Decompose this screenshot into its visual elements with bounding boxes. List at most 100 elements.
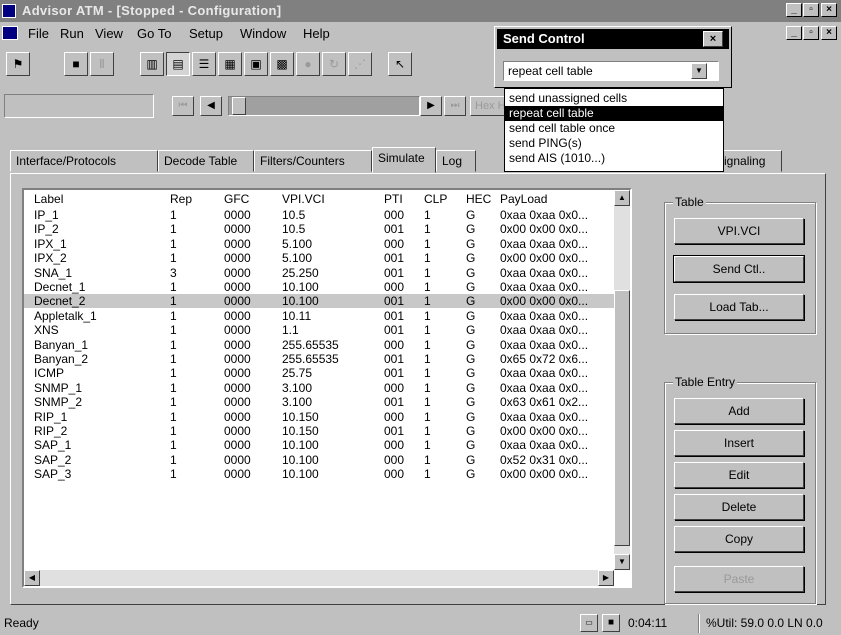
insert-button[interactable]: Insert (674, 430, 804, 456)
scroll-up-icon[interactable]: ▲ (614, 190, 630, 206)
col-gfc-header[interactable]: GFC (224, 192, 249, 206)
table-row[interactable]: RIP_2 1 0000 10.150 001 1 G 0x00 0x00 0x0... (24, 424, 614, 438)
table-row[interactable]: ICMP 1 0000 25.75 001 1 G 0xaa 0xaa 0x0... (24, 366, 614, 380)
vpi-vci-button[interactable]: VPI.VCI (674, 218, 804, 244)
paste-button[interactable]: Paste (674, 566, 804, 592)
cell-hec: G (466, 251, 476, 266)
send-control-close-button[interactable]: × (703, 31, 723, 47)
menu-run[interactable]: Run (60, 26, 84, 41)
refresh-icon[interactable]: ↻ (322, 52, 346, 76)
cell-label: IP_1 (34, 208, 59, 222)
cell-table-grid[interactable]: Label Rep GFC VPI.VCI PTI CLP HEC PayLoa… (22, 188, 632, 588)
vertical-scrollbar[interactable]: ▲ ▼ (614, 190, 630, 570)
scroll-thumb[interactable] (614, 290, 630, 546)
table-row[interactable]: Decnet_2 1 0000 10.100 001 1 G 0x00 0x00 0x0... (24, 294, 614, 309)
edit-button[interactable]: Edit (674, 462, 804, 488)
pointer-icon[interactable]: ↖ (388, 52, 412, 76)
load-tab-button[interactable]: Load Tab... (674, 294, 804, 320)
table-row[interactable]: IPX_1 1 0000 5.100 000 1 G 0xaa 0xaa 0x0... (24, 237, 614, 251)
menu-setup[interactable]: Setup (189, 26, 223, 41)
chevron-down-icon[interactable]: ▼ (691, 63, 707, 79)
send-option-unassigned[interactable]: send unassigned cells (505, 91, 723, 106)
col-vpivci-header[interactable]: VPI.VCI (282, 192, 325, 206)
col-clp-header[interactable]: CLP (424, 192, 447, 206)
table-row[interactable]: IPX_2 1 0000 5.100 001 1 G 0x00 0x00 0x0... (24, 251, 614, 265)
col-rep-header[interactable]: Rep (170, 192, 192, 206)
stats-icon[interactable]: ▥ (140, 52, 164, 76)
table-row[interactable]: SAP_2 1 0000 10.100 000 1 G 0x52 0x31 0x0... (24, 453, 614, 467)
send-ctl-button[interactable]: Send Ctl.. (673, 255, 805, 283)
send-option-ais[interactable]: send AIS (1010...) (505, 151, 723, 166)
copy-button[interactable]: Copy (674, 526, 804, 552)
scroll-down-icon[interactable]: ▼ (614, 554, 630, 570)
mdi-close-button[interactable]: × (821, 26, 837, 40)
table-row[interactable]: Banyan_2 1 0000 255.65535 001 1 G 0x65 0x72 0x6… (24, 352, 614, 366)
config-icon[interactable]: ▤ (166, 52, 190, 76)
minimize-button[interactable]: _ (786, 3, 802, 17)
stop-icon[interactable]: ■ (64, 52, 88, 76)
record-icon[interactable]: ● (296, 52, 320, 76)
run-icon[interactable]: ⚑ (6, 52, 30, 76)
table-row[interactable]: Appletalk_1 1 0000 10.11 001 1 G 0xaa 0xaa 0x0.… (24, 309, 614, 323)
table-row[interactable]: SAP_1 1 0000 10.100 000 1 G 0xaa 0xaa 0x0... (24, 438, 614, 452)
add-button[interactable]: Add (674, 398, 804, 424)
menu-goto[interactable]: Go To (137, 26, 171, 41)
table-row[interactable]: IP_2 1 0000 10.5 001 1 G 0x00 0x00 0x0... (24, 222, 614, 236)
table-row[interactable]: XNS 1 0000 1.1 001 1 G 0xaa 0xaa 0x0... (24, 323, 614, 337)
scroll-left-icon[interactable]: ◀ (24, 570, 40, 586)
graph-icon[interactable]: ⋰ (348, 52, 372, 76)
send-option-repeat[interactable]: repeat cell table (505, 106, 723, 121)
slider-thumb[interactable] (232, 97, 246, 115)
cell-label: SAP_2 (34, 452, 72, 467)
table-row[interactable]: RIP_1 1 0000 10.150 000 1 G 0xaa 0xaa 0x0... (24, 410, 614, 424)
send-mode-select[interactable]: repeat cell table (503, 61, 719, 81)
tab-simulate[interactable]: Simulate (372, 147, 436, 173)
horizontal-scrollbar[interactable]: ◀ ▶ (24, 570, 614, 586)
table-row[interactable]: IP_1 1 0000 10.5 000 1 G 0xaa 0xaa 0x0... (24, 208, 614, 222)
position-field[interactable] (4, 94, 154, 118)
document-icon[interactable] (2, 26, 18, 40)
cell-hec: G (466, 380, 476, 395)
table-row[interactable]: SNMP_1 1 0000 3.100 000 1 G 0xaa 0xaa 0x0... (24, 381, 614, 395)
tab-log[interactable]: Log (436, 150, 476, 172)
pause-icon[interactable]: Ⅱ (90, 52, 114, 76)
cell-label: IP_2 (34, 222, 59, 237)
mdi-minimize-button[interactable]: _ (786, 26, 802, 40)
col-label-header[interactable]: Label (34, 192, 63, 206)
send-option-ping[interactable]: send PING(s) (505, 136, 723, 151)
delete-button[interactable]: Delete (674, 494, 804, 520)
close-button[interactable]: × (821, 3, 837, 17)
menu-window[interactable]: Window (240, 26, 286, 41)
tab-decode-table[interactable]: Decode Table (158, 150, 254, 172)
mdi-restore-button[interactable]: ▫ (803, 26, 819, 40)
maximize-button[interactable]: ▫ (803, 3, 819, 17)
table-row[interactable]: Banyan_1 1 0000 255.65535 000 1 G 0xaa 0xaa 0x0… (24, 338, 614, 352)
col-payload-header[interactable]: PayLoad (500, 192, 547, 206)
filter-icon[interactable]: ▣ (244, 52, 268, 76)
position-slider[interactable] (228, 96, 420, 116)
tab-filters-counters[interactable]: Filters/Counters (254, 150, 372, 172)
cell-vpivci: 5.100 (282, 236, 313, 251)
table-row[interactable]: SNA_1 3 0000 25.250 001 1 G 0xaa 0xaa 0x0... (24, 266, 614, 280)
last-icon[interactable]: ⏭ (444, 96, 466, 116)
menu-file[interactable]: File (28, 26, 49, 41)
col-pti-header[interactable]: PTI (384, 192, 403, 206)
next-icon[interactable]: ▶ (420, 96, 442, 116)
table-row[interactable]: SNMP_2 1 0000 3.100 001 1 G 0x63 0x61 0x2... (24, 395, 614, 409)
cell-vpivci: 10.100 (282, 438, 319, 453)
send-option-once[interactable]: send cell table once (505, 121, 723, 136)
capture-icon[interactable]: ▦ (218, 52, 242, 76)
decode-icon[interactable]: ☰ (192, 52, 216, 76)
counter-icon[interactable]: ▩ (270, 52, 294, 76)
scroll-right-icon[interactable]: ▶ (598, 570, 614, 586)
col-hec-header[interactable]: HEC (466, 192, 491, 206)
menu-help[interactable]: Help (303, 26, 330, 41)
cell-rep: 1 (170, 452, 177, 467)
prev-icon[interactable]: ◀ (200, 96, 222, 116)
table-row[interactable]: Decnet_1 1 0000 10.100 000 1 G 0xaa 0xaa 0x0... (24, 280, 614, 294)
menu-view[interactable]: View (95, 26, 123, 41)
tab-interface-protocols[interactable]: Interface/Protocols (10, 150, 158, 172)
first-icon[interactable]: ⏮ (172, 96, 194, 116)
cell-pti: 001 (384, 424, 405, 438)
table-row[interactable]: SAP_3 1 0000 10.100 000 1 G 0x00 0x00 0x0... (24, 467, 614, 481)
